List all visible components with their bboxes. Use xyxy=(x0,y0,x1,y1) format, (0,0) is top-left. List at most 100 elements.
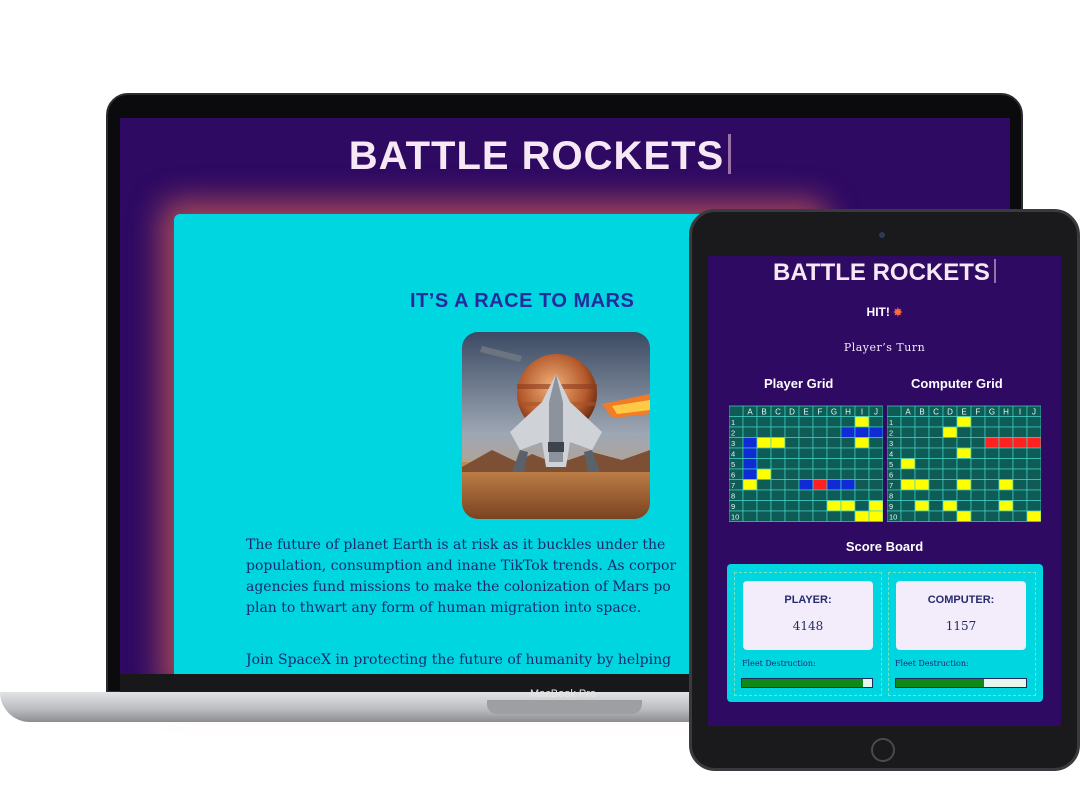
computer-grid-cell[interactable] xyxy=(956,416,972,428)
computer-grid-cell[interactable] xyxy=(998,416,1014,428)
computer-grid-cell[interactable] xyxy=(956,479,972,491)
computer-grid[interactable]: A B C D E F G H I J 1 2 3 4 5 6 7 8 9 10 xyxy=(887,405,1041,526)
computer-grid-cell[interactable] xyxy=(942,458,958,470)
computer-grid-cell[interactable] xyxy=(1012,468,1028,480)
computer-grid-cell[interactable] xyxy=(914,489,930,501)
computer-grid-cell[interactable] xyxy=(970,489,986,501)
computer-grid-cell[interactable] xyxy=(984,447,1000,459)
computer-grid-cell[interactable] xyxy=(956,458,972,470)
computer-grid-cell[interactable] xyxy=(1012,416,1028,428)
home-button[interactable] xyxy=(871,738,895,762)
computer-grid-cell[interactable] xyxy=(942,500,958,512)
computer-grid-cell[interactable] xyxy=(942,426,958,438)
computer-grid-cell[interactable] xyxy=(1012,426,1028,438)
computer-grid-cell[interactable] xyxy=(900,447,916,459)
computer-grid-cell[interactable] xyxy=(900,458,916,470)
computer-grid-cell[interactable] xyxy=(1012,500,1028,512)
computer-grid-cell[interactable] xyxy=(956,468,972,480)
computer-grid-cell[interactable] xyxy=(928,510,944,522)
computer-grid-cell[interactable] xyxy=(942,416,958,428)
computer-grid-cell[interactable] xyxy=(900,468,916,480)
computer-grid-cell[interactable] xyxy=(928,479,944,491)
computer-grid-cell[interactable] xyxy=(998,468,1014,480)
computer-grid-cell[interactable] xyxy=(928,468,944,480)
computer-grid-cell[interactable] xyxy=(1012,479,1028,491)
computer-grid-cell[interactable] xyxy=(1026,489,1041,501)
computer-grid-cell[interactable] xyxy=(900,416,916,428)
computer-grid-cell[interactable] xyxy=(914,458,930,470)
computer-grid-cell[interactable] xyxy=(984,458,1000,470)
computer-grid-cell[interactable] xyxy=(914,500,930,512)
computer-grid-cell[interactable] xyxy=(914,426,930,438)
computer-grid-cell[interactable] xyxy=(1012,437,1028,449)
computer-grid-cell[interactable] xyxy=(914,510,930,522)
computer-grid-cell[interactable] xyxy=(900,500,916,512)
computer-grid-cell[interactable] xyxy=(984,500,1000,512)
computer-grid-cell[interactable] xyxy=(900,426,916,438)
computer-grid-cell[interactable] xyxy=(914,437,930,449)
computer-grid-cell[interactable] xyxy=(956,510,972,522)
computer-grid-cell[interactable] xyxy=(900,437,916,449)
computer-grid-cell[interactable] xyxy=(900,489,916,501)
computer-grid-cell[interactable] xyxy=(900,479,916,491)
computer-grid-cell[interactable] xyxy=(998,437,1014,449)
computer-grid-cell[interactable] xyxy=(970,447,986,459)
computer-grid-cell[interactable] xyxy=(914,479,930,491)
computer-grid-cell[interactable] xyxy=(914,468,930,480)
computer-grid-cell[interactable] xyxy=(942,447,958,459)
computer-grid-cell[interactable] xyxy=(970,458,986,470)
computer-grid-cell[interactable] xyxy=(1026,458,1041,470)
computer-grid-cell[interactable] xyxy=(942,437,958,449)
computer-grid-cell[interactable] xyxy=(970,437,986,449)
computer-grid-cell[interactable] xyxy=(1026,468,1041,480)
computer-grid-cell[interactable] xyxy=(914,416,930,428)
computer-grid-cell[interactable] xyxy=(984,479,1000,491)
computer-grid-cell[interactable] xyxy=(998,447,1014,459)
computer-grid-cell[interactable] xyxy=(914,447,930,459)
computer-grid-cell[interactable] xyxy=(1012,447,1028,459)
computer-grid-cell[interactable] xyxy=(970,426,986,438)
computer-grid-cell[interactable] xyxy=(1012,510,1028,522)
computer-grid-cell[interactable] xyxy=(984,416,1000,428)
computer-grid-cell[interactable] xyxy=(970,500,986,512)
computer-grid-cell[interactable] xyxy=(1026,510,1041,522)
computer-grid-cell[interactable] xyxy=(1026,416,1041,428)
computer-grid-cell[interactable] xyxy=(998,458,1014,470)
computer-grid-cell[interactable] xyxy=(1026,447,1041,459)
computer-grid-cell[interactable] xyxy=(998,510,1014,522)
computer-grid-cell[interactable] xyxy=(984,510,1000,522)
computer-grid-cell[interactable] xyxy=(970,468,986,480)
computer-grid-cell[interactable] xyxy=(970,416,986,428)
computer-grid-cell[interactable] xyxy=(928,426,944,438)
computer-grid-cell[interactable] xyxy=(956,500,972,512)
computer-grid-cell[interactable] xyxy=(970,479,986,491)
computer-grid-cell[interactable] xyxy=(984,437,1000,449)
computer-grid-cell[interactable] xyxy=(1012,458,1028,470)
computer-grid-cell[interactable] xyxy=(984,468,1000,480)
computer-grid-cell[interactable] xyxy=(984,426,1000,438)
computer-grid-cell[interactable] xyxy=(970,510,986,522)
computer-grid-cell[interactable] xyxy=(956,489,972,501)
computer-grid-cell[interactable] xyxy=(1026,437,1041,449)
computer-grid-cell[interactable] xyxy=(942,468,958,480)
computer-grid-cell[interactable] xyxy=(956,447,972,459)
computer-grid-cell[interactable] xyxy=(998,479,1014,491)
computer-grid-cell[interactable] xyxy=(998,426,1014,438)
computer-grid-cell[interactable] xyxy=(984,489,1000,501)
computer-grid-cell[interactable] xyxy=(956,437,972,449)
computer-grid-cell[interactable] xyxy=(956,426,972,438)
computer-grid-cell[interactable] xyxy=(928,437,944,449)
computer-grid-cell[interactable] xyxy=(928,416,944,428)
computer-grid-cell[interactable] xyxy=(928,500,944,512)
computer-grid-cell[interactable] xyxy=(1026,500,1041,512)
computer-grid-cell[interactable] xyxy=(1026,479,1041,491)
computer-grid-cell[interactable] xyxy=(998,500,1014,512)
computer-grid-cell[interactable] xyxy=(1026,426,1041,438)
computer-grid-cell[interactable] xyxy=(998,489,1014,501)
computer-grid-cell[interactable] xyxy=(942,510,958,522)
computer-grid-cell[interactable] xyxy=(928,447,944,459)
computer-grid-cell[interactable] xyxy=(900,510,916,522)
computer-grid-cell[interactable] xyxy=(1012,489,1028,501)
computer-grid-cell[interactable] xyxy=(942,489,958,501)
computer-grid-cell[interactable] xyxy=(942,479,958,491)
